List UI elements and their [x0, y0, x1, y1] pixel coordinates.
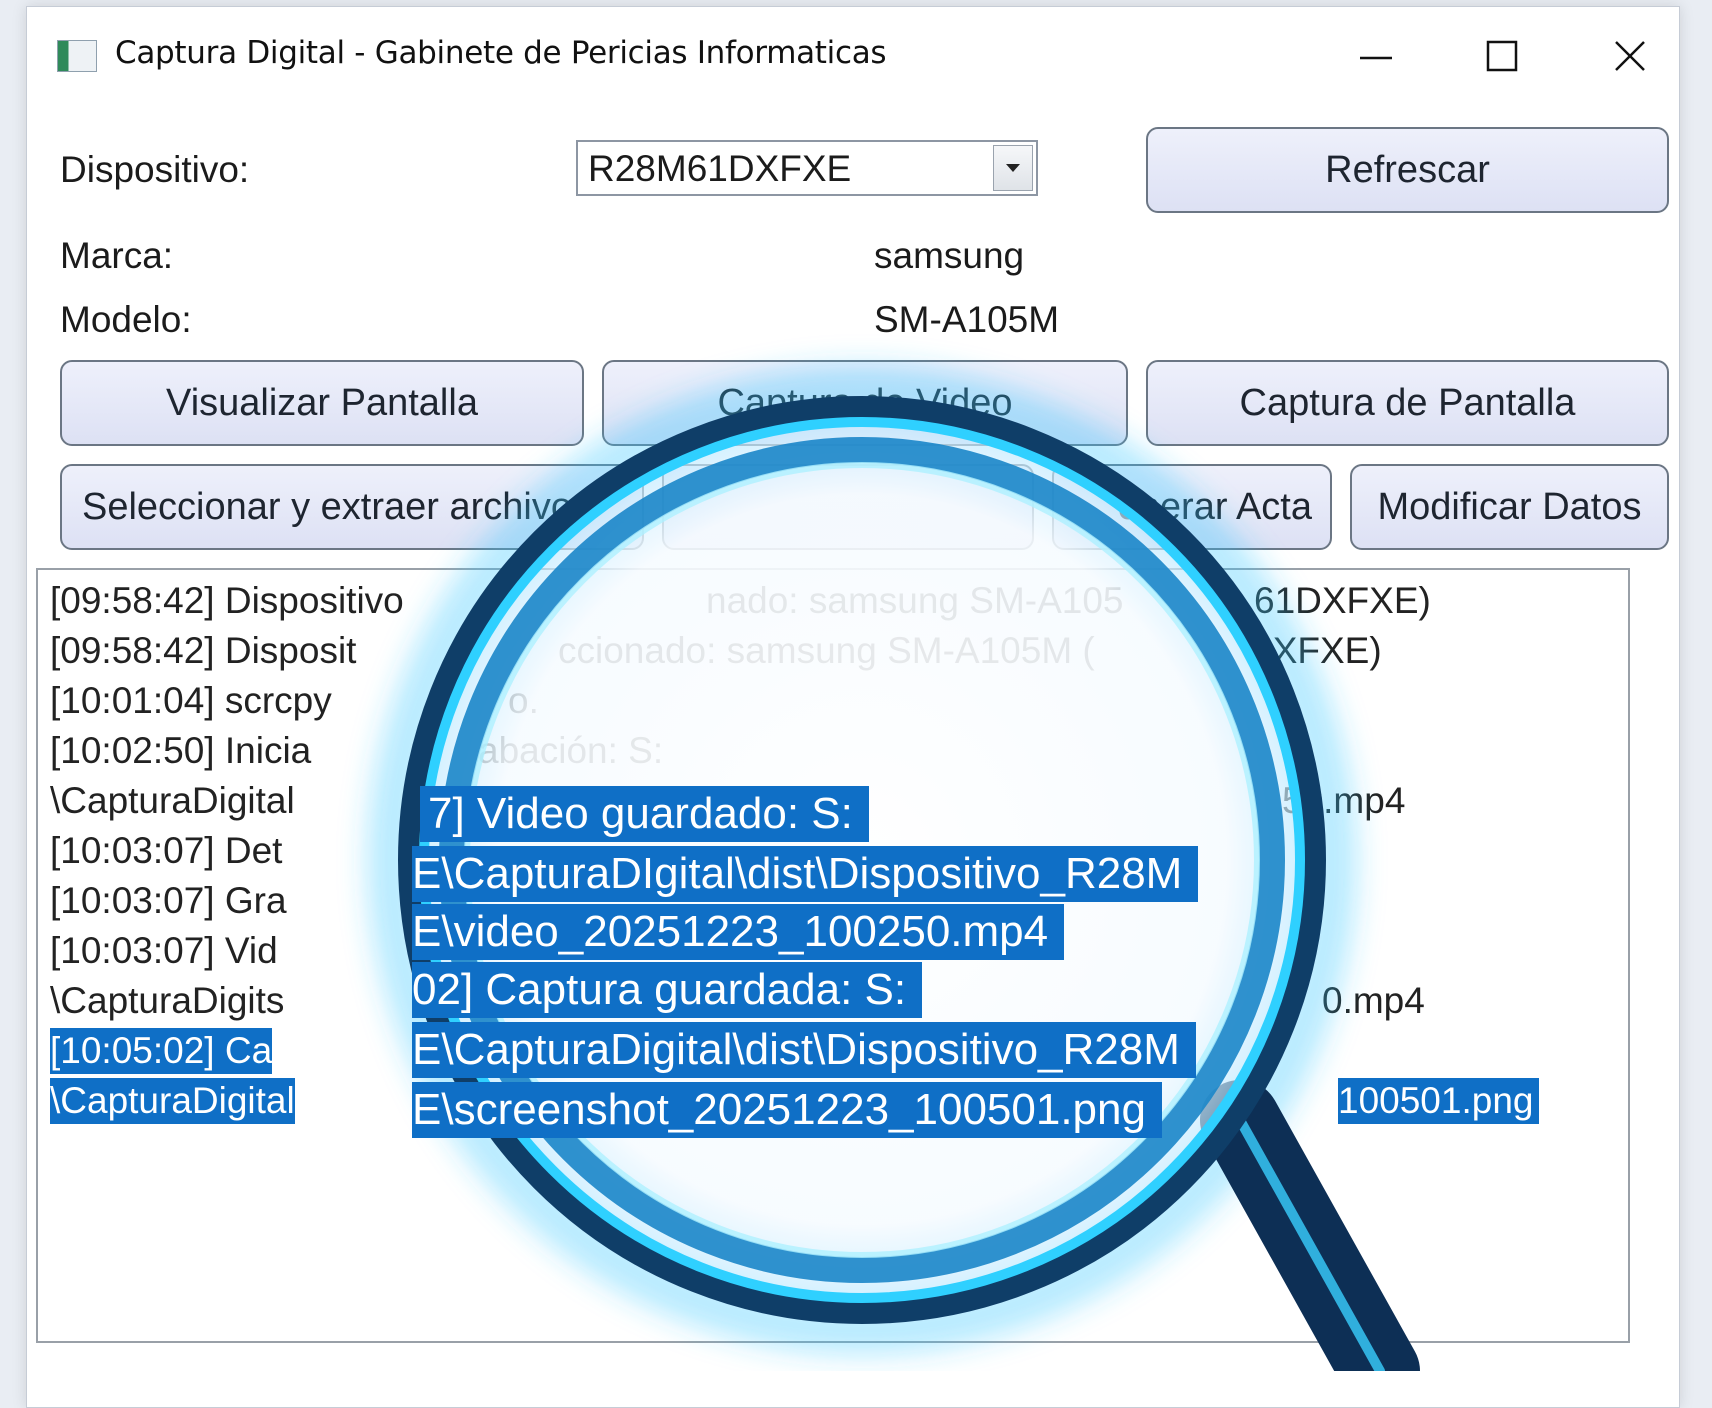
screen-capture-button[interactable]: Captura de Pantalla [1146, 360, 1669, 446]
device-label: Dispositivo: [60, 149, 250, 190]
device-select-value: R28M61DXFXE [588, 148, 852, 189]
title-bar[interactable]: Captura Digital - Gabinete de Pericias I… [27, 7, 1679, 99]
log-line-selected: 100501.png [1338, 1078, 1540, 1124]
generate-act-button[interactable]: enerar Acta [1052, 464, 1332, 550]
brand-value: samsung [874, 235, 1025, 276]
log-line: [10:02:50] Inicia [50, 730, 312, 771]
log-line: [10:03:07] Gra [50, 880, 287, 921]
model-value: SM-A105M [874, 299, 1060, 340]
app-icon [57, 40, 97, 72]
refresh-button[interactable]: Refrescar [1146, 127, 1669, 213]
log-line: 61DXFXE) [1254, 580, 1431, 621]
magnified-line: E\CapturaDIgital\dist\Dispositivo_R28M [412, 846, 1199, 902]
select-extract-button[interactable]: Seleccionar y extraer archivo [60, 464, 644, 550]
close-button[interactable] [1575, 21, 1685, 91]
chevron-down-icon[interactable] [993, 145, 1033, 191]
log-line: o. [508, 680, 539, 721]
magnified-line: E\screenshot_20251223_100501.png [412, 1082, 1162, 1138]
window-title: Captura Digital - Gabinete de Pericias I… [115, 35, 887, 71]
model-label: Modelo: [60, 299, 192, 340]
minimize-icon [1360, 56, 1392, 60]
magnified-line: E\CapturaDigital\dist\Dispositivo_R28M [412, 1022, 1196, 1078]
magnified-line: 02] Captura guardada: S: [412, 962, 923, 1018]
maximize-icon [1486, 40, 1518, 72]
log-line: [09:58:42] Disposit [50, 630, 357, 671]
log-line: DXFXE) [1246, 630, 1382, 671]
hidden-action-button[interactable] [662, 464, 1034, 550]
log-line: nado: samsung SM-A105 [706, 580, 1124, 621]
log-line-selected: [10:05:02] Ca [50, 1028, 273, 1074]
view-screen-button[interactable]: Visualizar Pantalla [60, 360, 584, 446]
log-line: \CapturaDigital [50, 780, 295, 821]
log-line: 50.mp4 [1282, 780, 1406, 821]
maximize-button[interactable] [1447, 21, 1557, 91]
log-line: [10:03:07] Vid [50, 930, 278, 971]
device-select[interactable]: R28M61DXFXE [576, 140, 1038, 196]
log-line: [10:01:04] scrcpy [50, 680, 332, 721]
brand-label: Marca: [60, 235, 174, 276]
log-line: [09:58:42] Dispositivo [50, 580, 404, 621]
magnified-line: 7] Video guardado: S: [420, 786, 869, 842]
log-line: 0.mp4 [1322, 980, 1425, 1021]
minimize-button[interactable] [1321, 21, 1431, 91]
video-capture-button[interactable]: Captura de Video [602, 360, 1128, 446]
log-line: ccionado: samsung SM-A105M ( [558, 630, 1095, 671]
log-line-selected: \CapturaDigital [50, 1078, 295, 1124]
modify-data-button[interactable]: Modificar Datos [1350, 464, 1669, 550]
log-line: abación: S: [478, 730, 664, 771]
magnified-line: E\video_20251223_100250.mp4 [412, 904, 1065, 960]
log-line: \CapturaDigits [50, 980, 285, 1021]
log-line: [10:03:07] Det [50, 830, 283, 871]
close-icon [1615, 41, 1645, 71]
